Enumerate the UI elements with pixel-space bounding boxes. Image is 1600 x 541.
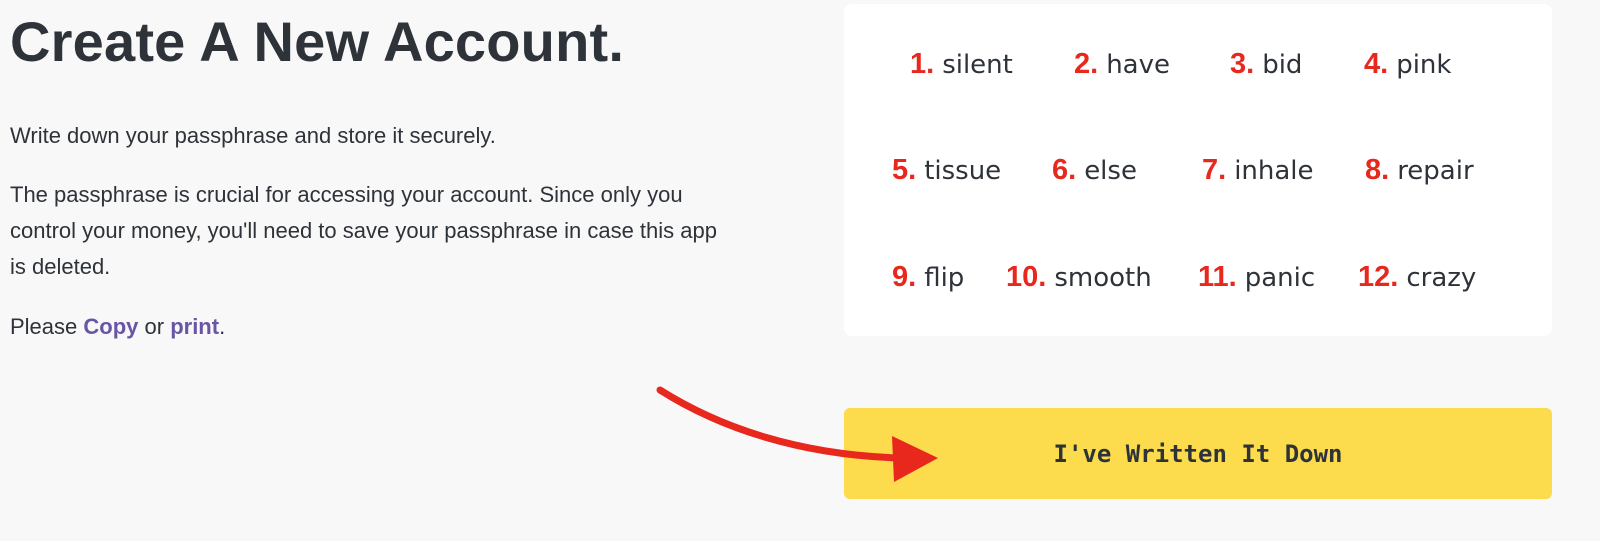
word-number: 6. (1052, 154, 1077, 186)
passphrase-word-10: 10. smooth (1006, 261, 1152, 294)
copy-print-prefix: Please (10, 314, 84, 339)
word-text: pink (1396, 50, 1452, 80)
word-text: smooth (1054, 263, 1152, 293)
word-text: repair (1397, 156, 1474, 186)
word-number: 1. (910, 48, 935, 80)
word-text: bid (1262, 50, 1303, 80)
word-number: 4. (1364, 48, 1389, 80)
word-text: crazy (1406, 263, 1477, 293)
word-text: silent (942, 50, 1013, 80)
written-it-down-button[interactable]: I've Written It Down (844, 408, 1552, 499)
instruction-store-securely: Write down your passphrase and store it … (10, 123, 496, 148)
passphrase-word-4: 4. pink (1364, 48, 1451, 81)
word-text: else (1084, 156, 1137, 186)
passphrase-card: 1. silent 2. have 3. bid 4. pink 5. tiss… (844, 4, 1552, 336)
word-number: 12. (1358, 261, 1399, 293)
passphrase-word-8: 8. repair (1365, 154, 1474, 187)
word-text: tissue (924, 156, 1002, 186)
passphrase-word-3: 3. bid (1230, 48, 1302, 81)
word-number: 9. (892, 261, 917, 293)
passphrase-word-9: 9. flip (892, 261, 964, 294)
word-number: 11. (1198, 261, 1237, 293)
print-link[interactable]: print (170, 314, 219, 339)
word-number: 5. (892, 154, 917, 186)
word-number: 7. (1202, 154, 1227, 186)
copy-print-suffix: . (219, 314, 226, 339)
passphrase-word-6: 6. else (1052, 154, 1137, 187)
passphrase-word-1: 1. silent (910, 48, 1013, 81)
word-number: 8. (1365, 154, 1390, 186)
page-title: Create A New Account. (10, 10, 625, 73)
passphrase-word-2: 2. have (1074, 48, 1170, 81)
word-number: 3. (1230, 48, 1255, 80)
word-text: have (1106, 50, 1170, 80)
word-number: 10. (1006, 261, 1047, 293)
passphrase-word-5: 5. tissue (892, 154, 1001, 187)
instruction-passphrase-importance: The passphrase is crucial for accessing … (10, 182, 717, 279)
copy-print-middle: or (138, 314, 171, 339)
word-number: 2. (1074, 48, 1099, 80)
passphrase-word-12: 12. crazy (1358, 261, 1476, 294)
word-text: panic (1244, 263, 1316, 293)
word-text: flip (924, 263, 965, 293)
copy-link[interactable]: Copy (83, 314, 138, 339)
word-text: inhale (1234, 156, 1314, 186)
passphrase-word-11: 11. panic (1198, 261, 1315, 294)
copy-print-line: Please Copy or print. (10, 309, 225, 345)
passphrase-word-7: 7. inhale (1202, 154, 1314, 187)
